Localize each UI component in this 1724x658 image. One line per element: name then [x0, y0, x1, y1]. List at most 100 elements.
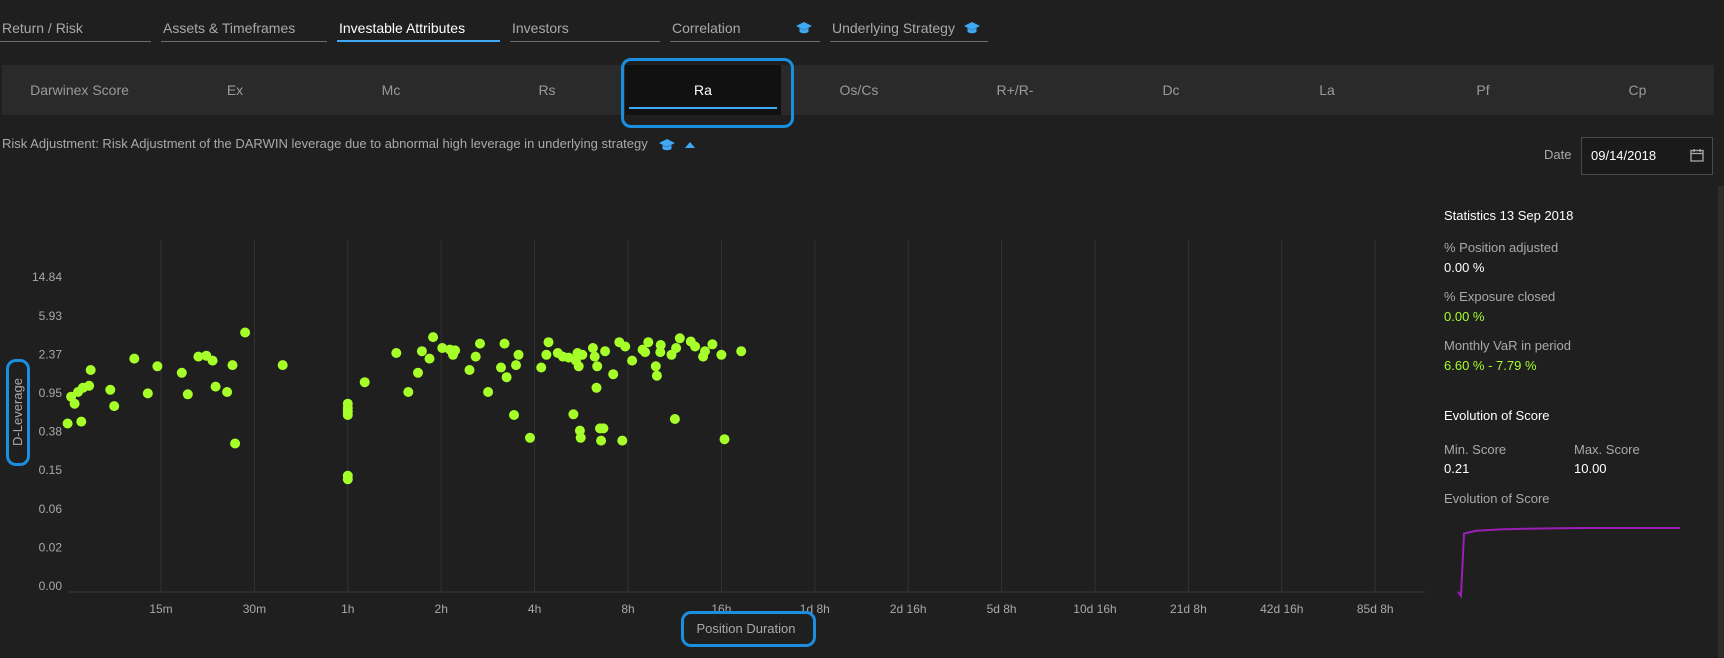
- data-point[interactable]: [650, 361, 661, 372]
- tab-r-plus-minus[interactable]: R+/R-: [937, 65, 1093, 115]
- data-point[interactable]: [541, 349, 552, 360]
- data-point[interactable]: [342, 398, 353, 409]
- data-point[interactable]: [391, 348, 402, 358]
- data-point[interactable]: [509, 410, 519, 420]
- data-point[interactable]: [413, 367, 423, 378]
- data-point[interactable]: [129, 353, 140, 364]
- data-point[interactable]: [84, 380, 95, 391]
- data-point[interactable]: [600, 346, 611, 357]
- data-point[interactable]: [470, 351, 481, 362]
- data-point[interactable]: [227, 360, 238, 371]
- data-point[interactable]: [640, 347, 651, 358]
- tab-investable-attributes[interactable]: Investable Attributes: [337, 14, 500, 42]
- data-point[interactable]: [207, 355, 218, 366]
- data-point[interactable]: [655, 340, 666, 350]
- tab-investors[interactable]: Investors: [510, 14, 660, 42]
- data-point[interactable]: [671, 343, 682, 353]
- tab-underlying-strategy[interactable]: Underlying Strategy: [830, 14, 988, 42]
- tab-la[interactable]: La: [1249, 65, 1405, 115]
- data-point[interactable]: [176, 367, 187, 378]
- data-point[interactable]: [501, 372, 512, 383]
- data-point[interactable]: [736, 346, 747, 357]
- data-point[interactable]: [416, 346, 427, 357]
- x-tick-label: 10d 16h: [1073, 602, 1116, 616]
- data-point[interactable]: [573, 361, 584, 372]
- date-input[interactable]: 09/14/2018: [1581, 137, 1713, 175]
- data-point[interactable]: [587, 343, 598, 353]
- data-point[interactable]: [450, 345, 461, 356]
- data-point[interactable]: [109, 401, 120, 412]
- data-point[interactable]: [608, 369, 619, 380]
- var-value: 6.60 % - 7.79 %: [1444, 358, 1537, 373]
- data-point[interactable]: [142, 388, 153, 399]
- data-point[interactable]: [591, 382, 602, 393]
- data-point[interactable]: [475, 338, 485, 349]
- data-point[interactable]: [627, 355, 638, 366]
- calendar-icon[interactable]: [1690, 148, 1704, 162]
- collapse-caret-icon[interactable]: [685, 141, 696, 148]
- data-point[interactable]: [575, 432, 586, 443]
- data-point[interactable]: [589, 351, 600, 362]
- data-point[interactable]: [76, 416, 87, 427]
- data-point[interactable]: [69, 398, 80, 409]
- data-point[interactable]: [620, 341, 631, 352]
- data-point[interactable]: [643, 337, 654, 348]
- graduation-cap-icon[interactable]: [796, 21, 812, 35]
- tab-rs[interactable]: Rs: [469, 65, 625, 115]
- data-point[interactable]: [210, 381, 221, 392]
- tab-ex[interactable]: Ex: [157, 65, 313, 115]
- tab-return-risk[interactable]: Return / Risk: [0, 14, 151, 42]
- data-point[interactable]: [277, 360, 288, 371]
- data-point[interactable]: [543, 337, 554, 348]
- tab-assets-timeframes[interactable]: Assets & Timeframes: [161, 14, 327, 42]
- data-point[interactable]: [403, 387, 414, 397]
- data-point[interactable]: [690, 341, 701, 352]
- data-point[interactable]: [424, 353, 435, 364]
- tab-os-cs[interactable]: Os/Cs: [781, 65, 937, 115]
- tab-mc[interactable]: Mc: [313, 65, 469, 115]
- data-point[interactable]: [230, 438, 241, 449]
- tab-cp[interactable]: Cp: [1561, 65, 1714, 115]
- data-point[interactable]: [577, 349, 588, 360]
- data-point[interactable]: [669, 414, 680, 424]
- data-point[interactable]: [596, 435, 607, 446]
- data-point[interactable]: [716, 349, 727, 360]
- tab-correlation[interactable]: Correlation: [670, 14, 820, 42]
- graduation-cap-icon[interactable]: [659, 138, 676, 152]
- data-point[interactable]: [496, 362, 506, 373]
- tab-pf[interactable]: Pf: [1405, 65, 1561, 115]
- tab-label: Rs: [538, 82, 556, 98]
- graduation-cap-icon[interactable]: [964, 21, 980, 35]
- data-point[interactable]: [598, 423, 609, 434]
- data-point[interactable]: [719, 434, 730, 445]
- data-point[interactable]: [428, 332, 439, 343]
- data-point[interactable]: [85, 365, 96, 375]
- data-point[interactable]: [513, 349, 524, 360]
- tab-darwinex-score[interactable]: Darwinex Score: [2, 65, 157, 115]
- data-point[interactable]: [342, 470, 353, 481]
- data-point[interactable]: [499, 338, 510, 349]
- scrollbar[interactable]: [1718, 186, 1724, 658]
- data-point[interactable]: [464, 365, 475, 375]
- data-point[interactable]: [525, 432, 535, 443]
- x-tick-label: 4h: [528, 602, 541, 616]
- data-point[interactable]: [511, 360, 521, 371]
- data-point[interactable]: [707, 339, 718, 350]
- data-point[interactable]: [222, 387, 233, 397]
- data-point[interactable]: [62, 418, 73, 429]
- tab-dc[interactable]: Dc: [1093, 65, 1249, 115]
- data-point[interactable]: [617, 435, 628, 446]
- data-point[interactable]: [568, 409, 579, 420]
- data-point[interactable]: [592, 361, 603, 372]
- data-point[interactable]: [674, 333, 685, 344]
- data-point[interactable]: [536, 362, 547, 373]
- data-point[interactable]: [240, 327, 251, 338]
- date-label: Date: [1544, 147, 1572, 162]
- data-point[interactable]: [359, 377, 370, 388]
- data-point[interactable]: [483, 387, 494, 397]
- data-point[interactable]: [182, 389, 193, 400]
- data-point[interactable]: [700, 346, 710, 357]
- data-point[interactable]: [105, 384, 116, 395]
- data-point[interactable]: [152, 361, 163, 372]
- data-point[interactable]: [651, 370, 662, 381]
